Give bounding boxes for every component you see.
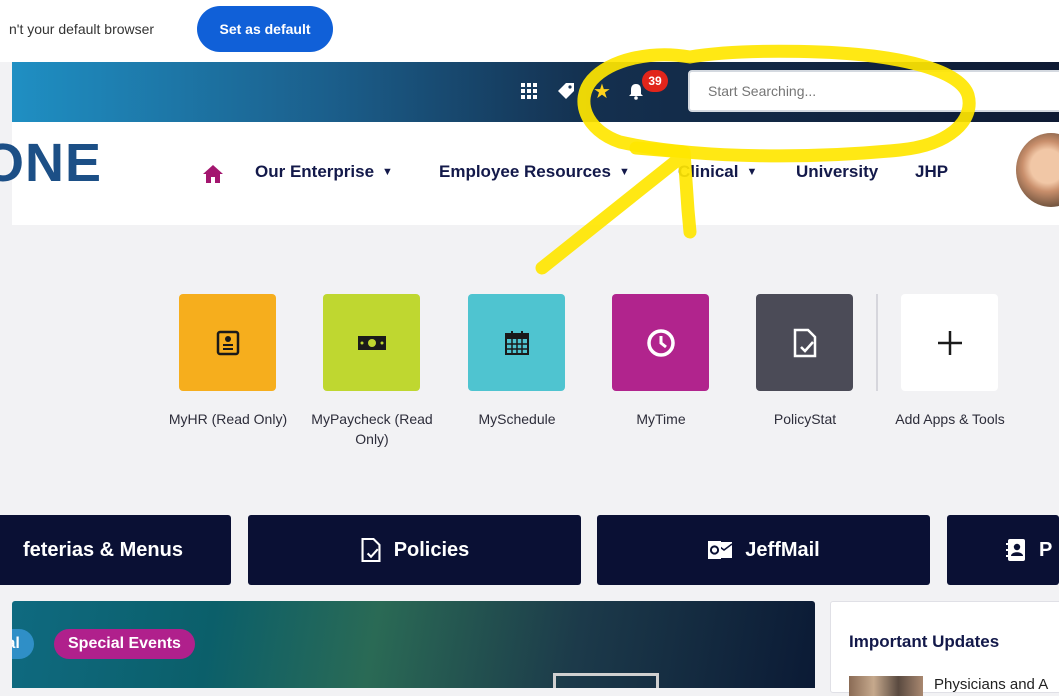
app-tile-mypaycheck[interactable]	[323, 294, 420, 391]
nav-item-university[interactable]: University	[796, 162, 878, 182]
update-thumbnail[interactable]	[849, 676, 923, 696]
app-tile-mytime[interactable]	[612, 294, 709, 391]
contact-book-icon	[1005, 538, 1027, 562]
site-logo[interactable]: ONE	[0, 132, 102, 194]
nav-item-our-enterprise[interactable]: Our Enterprise ▼	[255, 162, 393, 182]
quick-link-cafeterias[interactable]: feterias & Menus	[0, 515, 231, 585]
updates-title: Important Updates	[849, 632, 1000, 651]
plus-icon	[937, 330, 962, 355]
star-icon[interactable]: ★	[591, 80, 613, 103]
tiles-divider	[876, 294, 878, 391]
nav-item-clinical[interactable]: Clinical ▼	[678, 162, 757, 182]
app-tile-myhr[interactable]	[179, 294, 276, 391]
home-icon[interactable]	[202, 164, 224, 184]
quick-link-label: P	[1039, 538, 1053, 561]
main-nav: ONE Our Enterprise ▼ Employee Resources ▼ …	[0, 122, 1059, 225]
app-tile-policystat[interactable]	[756, 294, 853, 391]
quick-link-label: JeffMail	[745, 538, 820, 561]
outlook-icon	[707, 539, 733, 561]
app-tile-myschedule[interactable]	[468, 294, 565, 391]
default-browser-notice: n't your default browser Set as default	[0, 0, 1059, 62]
nav-item-label: University	[796, 162, 879, 181]
banner-image-frame	[553, 673, 659, 688]
app-label: MySchedule	[478, 411, 556, 427]
chevron-down-icon: ▼	[618, 166, 630, 178]
nav-item-label: Our Enterprise	[255, 162, 375, 181]
nav-item-label: Clinical	[678, 162, 739, 181]
id-card-icon	[216, 330, 239, 355]
document-check-icon	[793, 328, 816, 357]
chevron-down-icon: ▼	[382, 166, 393, 178]
document-check-icon	[360, 537, 382, 563]
important-updates-card: Important Updates Physicians and A	[830, 601, 1059, 696]
nav-item-employee-resources[interactable]: Employee Resources ▼	[439, 162, 630, 182]
set-default-button[interactable]: Set as default	[197, 6, 333, 52]
quick-link-label: feterias & Menus	[22, 538, 183, 561]
app-label: MyPaycheck (Read Only)	[311, 411, 433, 447]
banner-tag-special-events[interactable]: Special Events	[54, 629, 195, 659]
notification-badge: 39	[642, 70, 668, 92]
search-input[interactable]	[688, 70, 1059, 112]
avatar[interactable]	[1016, 133, 1059, 207]
nav-item-label: Employee Resources	[439, 162, 611, 181]
grid-icon[interactable]	[518, 80, 540, 102]
featured-banner[interactable]: ial Special Events	[12, 601, 815, 688]
quick-link-label: Policies	[393, 538, 470, 561]
calendar-icon	[504, 330, 529, 355]
app-label: MyTime	[636, 411, 686, 427]
chevron-down-icon: ▼	[746, 166, 758, 178]
notice-text: n't your default browser	[9, 21, 155, 37]
money-icon	[357, 335, 386, 350]
app-label: Add Apps & Tools	[895, 411, 1005, 427]
clock-icon	[646, 328, 675, 357]
nav-item-jhp[interactable]: JHP	[915, 162, 948, 182]
tag-icon[interactable]	[555, 80, 577, 102]
app-label: MyHR (Read Only)	[168, 411, 288, 427]
quick-link-jeffmail[interactable]: JeffMail	[597, 515, 930, 585]
banner-tag[interactable]: ial	[12, 629, 34, 659]
app-label: PolicyStat	[773, 411, 837, 427]
nav-item-label: JHP	[915, 162, 949, 181]
quick-link-policies[interactable]: Policies	[248, 515, 581, 585]
utility-bar: ★ 39	[12, 62, 1059, 122]
add-apps-button[interactable]	[901, 294, 998, 391]
update-item-title[interactable]: Physicians and A	[934, 676, 1048, 693]
quick-link-directory[interactable]: P	[947, 515, 1059, 585]
